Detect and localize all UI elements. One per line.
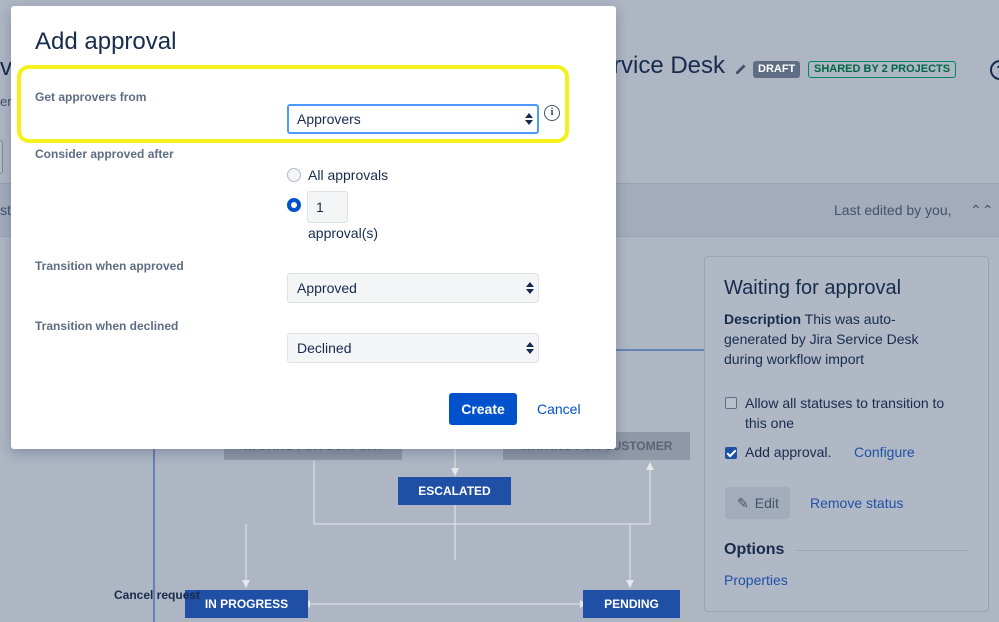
transition-declined-select[interactable]: Declined — [287, 333, 539, 363]
options-divider — [797, 550, 967, 551]
add-approval-label: Add approval. — [745, 444, 832, 460]
configure-link[interactable]: Configure — [854, 444, 915, 460]
workflow-node-escalated[interactable]: ESCALATED — [398, 477, 511, 505]
edit-button-label: Edit — [754, 495, 779, 511]
transition-label[interactable]: Cancel request — [114, 588, 200, 602]
description-label: Description — [724, 311, 802, 327]
transition-declined-label: Transition when declined — [35, 319, 179, 333]
workflow-node-in-progress[interactable]: IN PROGRESS — [185, 590, 308, 618]
allow-all-checkbox[interactable] — [725, 397, 737, 409]
status-side-panel: Waiting for approval Description This wa… — [704, 256, 989, 612]
highlight-annotation — [17, 65, 569, 143]
remove-status-link[interactable]: Remove status — [810, 495, 903, 511]
workflow-node-pending[interactable]: PENDING — [583, 590, 680, 618]
allow-all-label: Allow all statuses to transition to this… — [745, 395, 945, 431]
transition-approved-value: Approved — [297, 280, 357, 296]
add-approval-checkbox[interactable] — [725, 447, 737, 459]
edit-button[interactable]: ✎ Edit — [725, 487, 790, 519]
cancel-button[interactable]: Cancel — [537, 393, 581, 425]
approval-count-radio[interactable] — [287, 198, 301, 212]
select-arrows-icon — [526, 342, 534, 354]
side-panel-title: Waiting for approval — [724, 277, 902, 299]
options-heading: Options — [724, 541, 785, 558]
transition-approved-label: Transition when approved — [35, 259, 184, 273]
all-approvals-radio[interactable] — [287, 168, 301, 182]
side-panel-description: Description This was auto-generated by J… — [724, 309, 944, 369]
consider-approved-label: Consider approved after — [35, 147, 174, 161]
pencil-icon: ✎ — [737, 495, 749, 511]
all-approvals-label: All approvals — [308, 167, 389, 183]
properties-link[interactable]: Properties — [724, 572, 788, 588]
transition-declined-value: Declined — [297, 340, 352, 356]
approval-count-suffix: approval(s) — [308, 225, 379, 241]
approval-count-input[interactable]: 1 — [307, 191, 348, 223]
create-button[interactable]: Create — [449, 393, 517, 425]
transition-approved-select[interactable]: Approved — [287, 273, 539, 303]
select-arrows-icon — [526, 282, 534, 294]
dialog-title: Add approval — [35, 28, 177, 55]
